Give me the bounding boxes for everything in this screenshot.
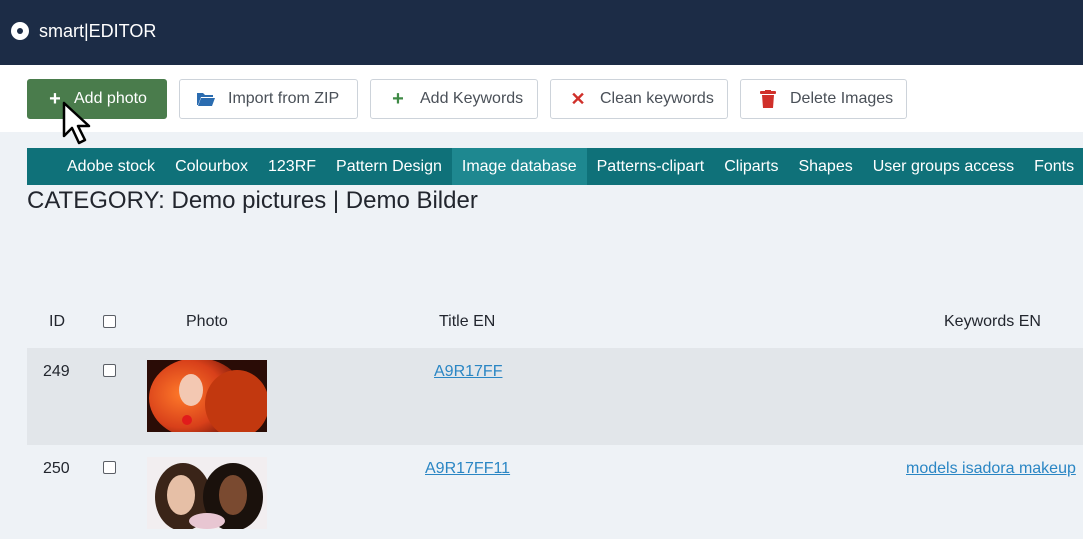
row-checkbox[interactable]: [103, 461, 116, 474]
app-title: smart|EDITOR: [39, 21, 157, 41]
category-nav: Adobe stock Colourbox 123RF Pattern Desi…: [27, 148, 1083, 185]
column-header-title: Title EN: [439, 313, 496, 330]
photo-thumbnail[interactable]: [147, 360, 267, 432]
row-id: 250: [43, 460, 70, 477]
row-checkbox[interactable]: [103, 364, 116, 377]
table-row: 250 A9R17FF11 models isadora makeup: [27, 445, 1083, 539]
title-link[interactable]: A9R17FF: [434, 363, 502, 381]
add-keywords-button[interactable]: + Add Keywords: [370, 79, 538, 119]
column-header-keywords: Keywords EN: [944, 313, 1041, 330]
nav-item-cliparts[interactable]: Cliparts: [714, 148, 788, 185]
nav-item-patterns-clipart[interactable]: Patterns-clipart: [587, 148, 715, 185]
column-header-photo: Photo: [186, 313, 228, 330]
delete-images-label: Delete Images: [790, 90, 894, 107]
nav-item-fonts[interactable]: Fonts: [1024, 148, 1083, 185]
nav-item-shapes[interactable]: Shapes: [788, 148, 862, 185]
trash-icon: [758, 89, 778, 109]
title-link[interactable]: A9R17FF11: [425, 460, 510, 478]
nav-item-adobe-stock[interactable]: Adobe stock: [57, 148, 165, 185]
close-icon: ✕: [570, 89, 586, 109]
mouse-pointer-icon: [62, 101, 91, 145]
folder-open-icon: [196, 89, 216, 109]
nav-item-user-groups-access[interactable]: User groups access: [863, 148, 1024, 185]
table-row: 249 A9R17FF: [27, 348, 1083, 445]
toolbar: + Add photo Import from ZIP + Add Keywor…: [0, 65, 1083, 132]
column-header-id: ID: [49, 313, 65, 330]
nav-item-pattern-design[interactable]: Pattern Design: [326, 148, 452, 185]
top-bar: smart|EDITOR: [0, 0, 1083, 65]
photo-thumbnail[interactable]: [147, 457, 267, 529]
keywords-link[interactable]: models isadora makeup: [906, 460, 1076, 478]
select-all-checkbox[interactable]: [103, 315, 116, 328]
add-keywords-label: Add Keywords: [420, 90, 524, 107]
row-id: 249: [43, 363, 70, 380]
clean-keywords-label: Clean keywords: [600, 90, 714, 107]
nav-item-image-database[interactable]: Image database: [451, 148, 587, 185]
nav-item-123rf[interactable]: 123RF: [258, 148, 326, 185]
import-zip-button[interactable]: Import from ZIP: [179, 79, 358, 119]
delete-images-button[interactable]: Delete Images: [740, 79, 907, 119]
plus-icon: +: [392, 88, 404, 110]
import-zip-label: Import from ZIP: [228, 90, 340, 107]
clean-keywords-button[interactable]: ✕ Clean keywords: [550, 79, 728, 119]
add-photo-button[interactable]: + Add photo: [27, 79, 167, 119]
category-heading: CATEGORY: Demo pictures | Demo Bilder: [27, 187, 478, 214]
logo-icon: [11, 22, 29, 40]
nav-item-colourbox[interactable]: Colourbox: [165, 148, 258, 185]
